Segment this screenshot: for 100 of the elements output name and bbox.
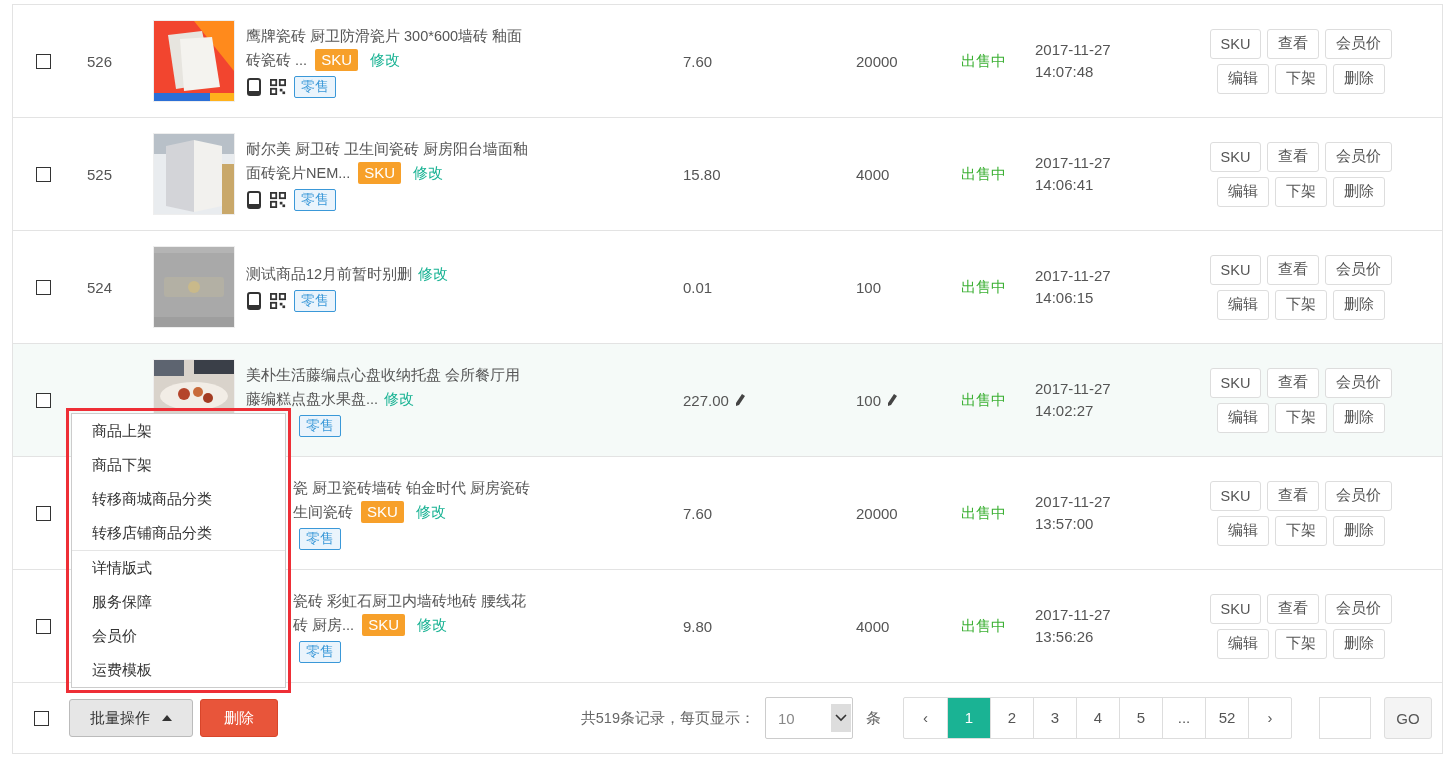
pencil-icon[interactable] — [733, 393, 746, 407]
menu-item[interactable]: 商品上架 — [72, 414, 285, 448]
action-button[interactable]: 删除 — [1333, 63, 1385, 94]
action-button[interactable]: 编辑 — [1217, 63, 1269, 94]
stock: 100 — [856, 391, 882, 409]
menu-item[interactable]: 服务保障 — [72, 585, 285, 619]
time: 13:57:00 — [1035, 514, 1095, 534]
qr-code-icon[interactable] — [270, 191, 286, 209]
action-button[interactable]: 编辑 — [1217, 402, 1269, 433]
action-button[interactable]: 查看 — [1267, 593, 1320, 624]
action-button[interactable]: SKU — [1209, 593, 1262, 624]
checkbox[interactable] — [35, 279, 51, 295]
date: 2017-11-27 — [1035, 266, 1112, 286]
product-title: 生间瓷砖 — [293, 504, 353, 520]
page-link[interactable]: ... — [1162, 698, 1205, 738]
action-button[interactable]: 会员价 — [1325, 367, 1393, 398]
page-link[interactable]: 4 — [1076, 698, 1119, 738]
checkbox[interactable] — [35, 618, 51, 634]
checkbox[interactable] — [35, 505, 51, 521]
action-button[interactable]: 下架 — [1275, 628, 1327, 659]
menu-item[interactable]: 转移店铺商品分类 — [72, 516, 285, 550]
action-button[interactable]: 删除 — [1333, 176, 1385, 207]
product-id: 524 — [87, 278, 113, 296]
menu-item[interactable]: 转移商城商品分类 — [72, 482, 285, 516]
price: 7.60 — [683, 52, 713, 70]
action-button[interactable]: 编辑 — [1217, 176, 1269, 207]
date: 2017-11-27 — [1035, 492, 1112, 512]
product-title: 瓷 厨卫瓷砖墙砖 铂金时代 厨房瓷砖 — [293, 480, 531, 496]
product-title: 藤编糕点盘水果盘... — [246, 391, 379, 407]
action-button[interactable]: 编辑 — [1217, 515, 1269, 546]
page-link[interactable]: 2 — [990, 698, 1033, 738]
action-button[interactable]: 下架 — [1275, 289, 1327, 320]
checkbox[interactable] — [35, 392, 51, 408]
status-label: 出售中 — [961, 390, 1006, 408]
action-button[interactable]: 编辑 — [1217, 289, 1269, 320]
action-button[interactable]: SKU — [1209, 367, 1262, 398]
page-size-select[interactable]: 10 — [765, 697, 853, 739]
action-button[interactable]: 下架 — [1275, 402, 1327, 433]
tablet-icon[interactable] — [246, 78, 262, 96]
page-input[interactable] — [1319, 697, 1371, 739]
time: 14:02:27 — [1035, 401, 1095, 421]
action-button[interactable]: 会员价 — [1325, 28, 1393, 59]
action-button[interactable]: 删除 — [1333, 628, 1385, 659]
action-button[interactable]: 删除 — [1333, 515, 1385, 546]
stock: 100 — [856, 278, 882, 296]
checkbox[interactable] — [35, 166, 51, 182]
retail-tag: 零售 — [299, 415, 341, 437]
page-link[interactable]: 5 — [1119, 698, 1162, 738]
retail-tag: 零售 — [294, 76, 336, 98]
product-id: 526 — [87, 52, 113, 70]
menu-item[interactable]: 会员价 — [72, 619, 285, 653]
action-button[interactable]: 下架 — [1275, 63, 1327, 94]
price: 7.60 — [683, 504, 713, 522]
product-id: 525 — [87, 165, 113, 183]
time: 13:56:26 — [1035, 627, 1095, 647]
product-title: 砖瓷砖 ... — [246, 52, 308, 68]
qr-code-icon[interactable] — [270, 292, 286, 310]
menu-item[interactable]: 商品下架 — [72, 448, 285, 482]
action-button[interactable]: SKU — [1209, 254, 1262, 285]
date: 2017-11-27 — [1035, 605, 1112, 625]
pencil-icon[interactable] — [886, 393, 899, 407]
action-button[interactable]: SKU — [1209, 28, 1262, 59]
page-link[interactable]: › — [1248, 698, 1291, 738]
action-button[interactable]: 下架 — [1275, 515, 1327, 546]
menu-item[interactable]: 运费模板 — [72, 653, 285, 687]
go-button[interactable]: GO — [1384, 697, 1432, 739]
tablet-icon[interactable] — [246, 191, 262, 209]
retail-tag: 零售 — [294, 290, 336, 312]
caret-icon — [162, 715, 172, 721]
page-link[interactable]: ‹ — [904, 698, 947, 738]
checkbox[interactable] — [35, 53, 51, 69]
action-button[interactable]: 查看 — [1267, 480, 1320, 511]
action-button[interactable]: SKU — [1209, 480, 1262, 511]
action-button[interactable]: 会员价 — [1325, 254, 1393, 285]
action-button[interactable]: 会员价 — [1325, 593, 1393, 624]
action-button[interactable]: 删除 — [1333, 289, 1385, 320]
action-button[interactable]: SKU — [1209, 141, 1262, 172]
delete-button[interactable]: 删除 — [200, 699, 278, 737]
page-link[interactable]: 52 — [1205, 698, 1248, 738]
retail-tag: 零售 — [299, 528, 341, 550]
checkbox[interactable] — [33, 710, 49, 726]
action-button[interactable]: 编辑 — [1217, 628, 1269, 659]
batch-actions-button[interactable]: 批量操作 — [69, 699, 193, 737]
action-button[interactable]: 查看 — [1267, 254, 1320, 285]
action-button[interactable]: 查看 — [1267, 141, 1320, 172]
price: 9.80 — [683, 617, 713, 635]
action-button[interactable]: 查看 — [1267, 28, 1320, 59]
action-button[interactable]: 会员价 — [1325, 480, 1393, 511]
stock: 20000 — [856, 52, 898, 70]
action-button[interactable]: 下架 — [1275, 176, 1327, 207]
menu-item[interactable]: 详情版式 — [72, 551, 285, 585]
tablet-icon[interactable] — [246, 292, 262, 310]
page-link[interactable]: 3 — [1033, 698, 1076, 738]
action-button[interactable]: 查看 — [1267, 367, 1320, 398]
status-label: 出售中 — [961, 616, 1006, 634]
action-button[interactable]: 删除 — [1333, 402, 1385, 433]
action-button[interactable]: 会员价 — [1325, 141, 1393, 172]
qr-code-icon[interactable] — [270, 78, 286, 96]
time: 14:06:15 — [1035, 288, 1095, 308]
product-title: 美朴生活藤编点心盘收纳托盘 会所餐厅用 — [246, 367, 521, 383]
